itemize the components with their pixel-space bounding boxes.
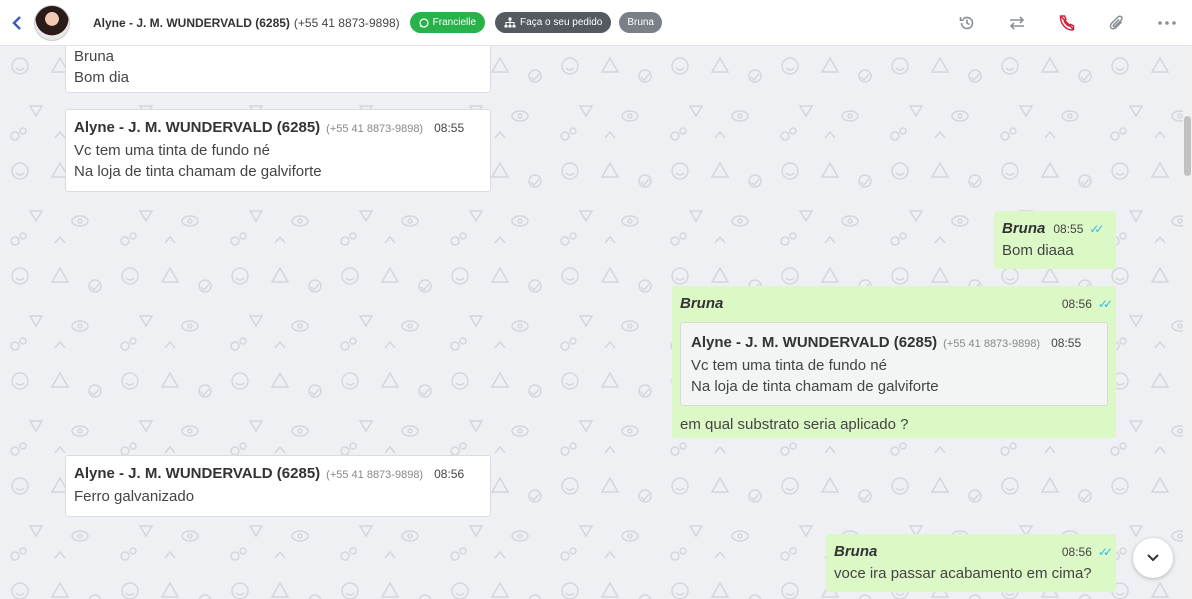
sender-name: Bruna: [834, 543, 878, 560]
message-meta: Alyne - J. M. WUNDERVALD (6285) (+55 41 …: [74, 463, 482, 486]
message-text: Vc tem uma tinta de fundo né: [74, 142, 270, 159]
quote-sender-name: Alyne - J. M. WUNDERVALD (6285): [691, 334, 938, 351]
read-receipt-icon: ✓✓: [1089, 222, 1104, 236]
message-text: voce ira passar acabamento em cima?: [834, 565, 1092, 582]
chat-header: Alyne - J. M. WUNDERVALD (6285) (+55 41 …: [0, 0, 1192, 46]
contact-phone: (+55 41 8873-9898): [293, 15, 400, 30]
chat-area[interactable]: Bruna Bom dia Alyne - J. M. WUNDERVALD (…: [0, 46, 1183, 599]
quoted-message[interactable]: Alyne - J. M. WUNDERVALD (6285) (+55 41 …: [680, 322, 1108, 406]
read-receipt-icon: ✓✓: [1097, 297, 1113, 311]
message-outgoing[interactable]: Bruna 08:55 ✓✓ Bom diaaa: [994, 211, 1116, 269]
message-time: 08:56: [1061, 297, 1092, 311]
contact-name: Alyne - J. M. WUNDERVALD (6285): [93, 15, 290, 30]
chevron-left-icon: [12, 15, 21, 30]
sender-name: Bruna: [1002, 220, 1046, 237]
sender-name: Alyne - J. M. WUNDERVALD (6285): [74, 465, 321, 482]
history-icon: [959, 16, 974, 30]
message-meta: Bruna 08:55 ✓✓: [1002, 218, 1108, 240]
whatsapp-icon: [419, 17, 429, 28]
quote-text: Vc tem uma tinta de fundo né: [691, 357, 887, 374]
message-time: 08:56: [1061, 545, 1092, 559]
message-text: em qual substrato seria aplicado ?: [680, 416, 909, 433]
read-receipt-icon: ✓✓: [1097, 545, 1113, 559]
quote-meta: Alyne - J. M. WUNDERVALD (6285) (+55 41 …: [691, 332, 1097, 355]
message-text: Na loja de tinta chamam de galviforte: [74, 163, 322, 180]
message-incoming[interactable]: Alyne - J. M. WUNDERVALD (6285) (+55 41 …: [65, 455, 491, 517]
sitemap-icon: [504, 17, 516, 28]
sender-name: Bruna: [680, 295, 724, 312]
avatar[interactable]: [34, 4, 70, 41]
tag-faca-pedido[interactable]: Faça o seu pedido: [495, 12, 612, 33]
quote-text: Na loja de tinta chamam de galviforte: [691, 378, 939, 395]
more-button[interactable]: [1142, 0, 1192, 46]
message-meta: Bruna 08:56 ✓✓: [680, 293, 1113, 315]
message-incoming[interactable]: Alyne - J. M. WUNDERVALD (6285) (+55 41 …: [65, 109, 491, 192]
message-text: Bom diaaa: [1002, 242, 1074, 259]
message-outgoing[interactable]: Bruna 08:56 ✓✓ voce ira passar acabament…: [826, 534, 1116, 592]
attach-icon: [1109, 15, 1123, 30]
sender-phone: (+55 41 8873-9898): [326, 123, 424, 135]
quote-time: 08:55: [1051, 336, 1082, 350]
message-time: 08:56: [434, 467, 465, 481]
chevron-down-icon: [1147, 554, 1159, 562]
message-outgoing[interactable]: Bruna 08:56 ✓✓ Alyne - J. M. WUNDERVALD …: [672, 286, 1116, 438]
message-meta: Alyne - J. M. WUNDERVALD (6285) (+55 41 …: [74, 117, 482, 140]
header-actions: [942, 0, 1192, 46]
message-text: Bruna: [74, 48, 115, 65]
back-button[interactable]: [0, 0, 34, 46]
scrollbar-thumb[interactable]: [1184, 116, 1191, 176]
sender-name: Alyne - J. M. WUNDERVALD (6285): [74, 119, 321, 136]
tag-label: Faça o seu pedido: [520, 17, 603, 28]
attach-button[interactable]: [1092, 0, 1142, 46]
history-button[interactable]: [942, 0, 992, 46]
more-icon: [1158, 21, 1176, 25]
scroll-to-bottom-button[interactable]: [1133, 538, 1173, 578]
end-call-button[interactable]: [1042, 0, 1092, 46]
sender-phone: (+55 41 8873-9898): [326, 469, 424, 481]
message-time: 08:55: [1053, 222, 1084, 236]
quote-sender-phone: (+55 41 8873-9898): [943, 338, 1041, 350]
message-meta: Bruna 08:56 ✓✓: [834, 541, 1113, 563]
message-incoming[interactable]: Bruna Bom dia: [65, 46, 491, 93]
tag-bruna[interactable]: Bruna: [619, 12, 662, 33]
end-call-icon: [1059, 14, 1075, 31]
tag-label: Bruna: [627, 17, 654, 28]
message-text: Bom dia: [74, 69, 130, 86]
tag-label: Francielle: [432, 17, 477, 28]
transfer-icon: [1009, 16, 1025, 30]
message-text: Ferro galvanizado: [74, 488, 195, 505]
transfer-button[interactable]: [992, 0, 1042, 46]
chat-scrollbar[interactable]: [1183, 46, 1192, 599]
message-time: 08:55: [434, 121, 465, 135]
tag-francielle[interactable]: Francielle: [409, 12, 486, 33]
